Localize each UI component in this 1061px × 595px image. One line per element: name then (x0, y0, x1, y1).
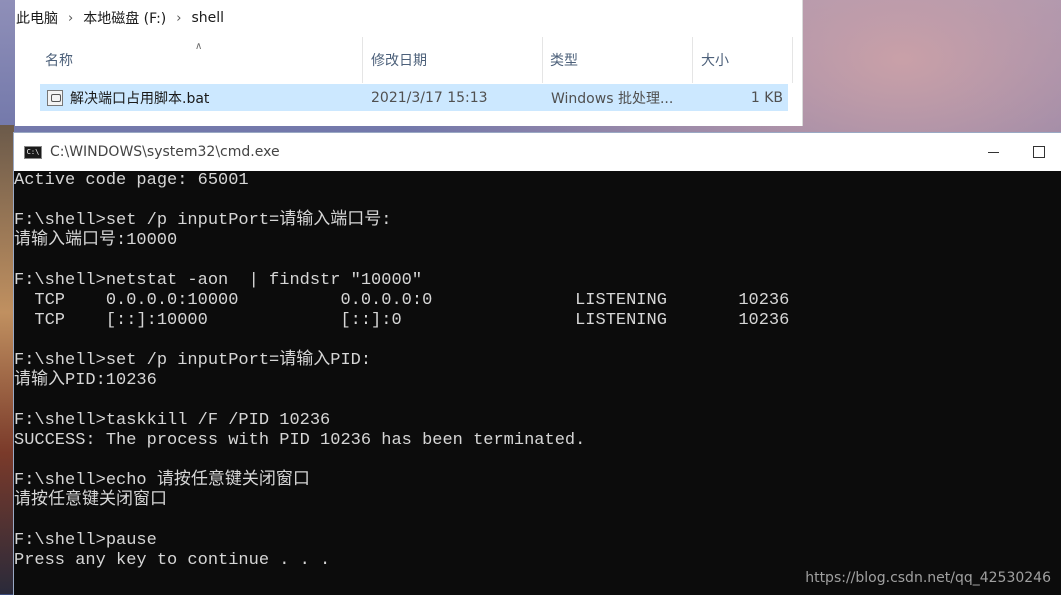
column-type-label: 类型 (550, 53, 578, 69)
console-line: 请按任意键关闭窗口 (14, 491, 167, 510)
column-date-label: 修改日期 (371, 53, 427, 69)
wallpaper-strip (0, 125, 14, 594)
file-type: Windows 批处理... (551, 90, 674, 107)
console-line: TCP [::]:10000 [::]:0 LISTENING 10236 (14, 311, 790, 330)
console-output[interactable]: Active code page: 65001 F:\shell>set /p … (14, 171, 1061, 595)
console-line: Press any key to continue . . . (14, 551, 331, 570)
column-header-date[interactable]: 修改日期 (363, 37, 543, 83)
watermark-text: https://blog.csdn.net/qq_42530246 (805, 570, 1051, 586)
console-line: F:\shell>set /p inputPort=请输入端口号: (14, 211, 392, 230)
cmd-window[interactable]: C:\ C:\WINDOWS\system32\cmd.exe Active c… (13, 132, 1061, 595)
console-line: Active code page: 65001 (14, 171, 249, 190)
minimize-button[interactable] (970, 133, 1016, 171)
breadcrumb: 此电脑 › 本地磁盘 (F:) › shell (12, 0, 799, 36)
sort-up-icon: ∧ (195, 41, 203, 52)
column-header-name[interactable]: 名称 ∧ (15, 37, 363, 83)
file-date: 2021/3/17 15:13 (371, 89, 488, 106)
cmd-titlebar[interactable]: C:\ C:\WINDOWS\system32\cmd.exe (14, 133, 1061, 171)
column-size-label: 大小 (701, 53, 729, 69)
chevron-right-icon[interactable]: › (170, 11, 187, 26)
breadcrumb-this-pc[interactable]: 此电脑 (12, 8, 62, 28)
console-line: F:\shell>pause (14, 531, 157, 550)
breadcrumb-shell[interactable]: shell (187, 10, 228, 26)
bat-file-icon (47, 89, 63, 106)
column-header-type[interactable]: 类型 (543, 37, 693, 83)
breadcrumb-drive-f[interactable]: 本地磁盘 (F:) (79, 8, 170, 28)
file-list-item[interactable]: 解决端口占用脚本.bat 2021/3/17 15:13 Windows 批处理… (40, 84, 788, 111)
file-name: 解决端口占用脚本.bat (70, 90, 210, 107)
console-line: TCP 0.0.0.0:10000 0.0.0.0:0 LISTENING 10… (14, 291, 790, 310)
window-title: C:\WINDOWS\system32\cmd.exe (50, 144, 280, 160)
maximize-icon (1033, 146, 1045, 158)
console-line: F:\shell>echo 请按任意键关闭窗口 (14, 471, 310, 490)
console-line: F:\shell>taskkill /F /PID 10236 (14, 411, 331, 430)
console-line: SUCCESS: The process with PID 10236 has … (14, 431, 586, 450)
file-explorer-window: 此电脑 › 本地磁盘 (F:) › shell 名称 ∧ 修改日期 类型 大小 … (15, 0, 803, 126)
maximize-button[interactable] (1016, 133, 1061, 171)
console-line: F:\shell>netstat -aon | findstr "10000" (14, 271, 423, 290)
column-header-row: 名称 ∧ 修改日期 类型 大小 (15, 37, 802, 83)
column-name-label: 名称 (45, 53, 73, 69)
console-line: F:\shell>set /p inputPort=请输入PID: (14, 351, 372, 370)
console-line: 请输入PID:10236 (14, 371, 157, 390)
chevron-right-icon[interactable]: › (62, 11, 79, 26)
cmd-app-icon: C:\ (24, 145, 42, 159)
console-line: 请输入端口号:10000 (14, 231, 178, 250)
file-size: 1 KB (750, 89, 783, 106)
minimize-icon (987, 151, 999, 153)
column-header-size[interactable]: 大小 (693, 37, 793, 83)
